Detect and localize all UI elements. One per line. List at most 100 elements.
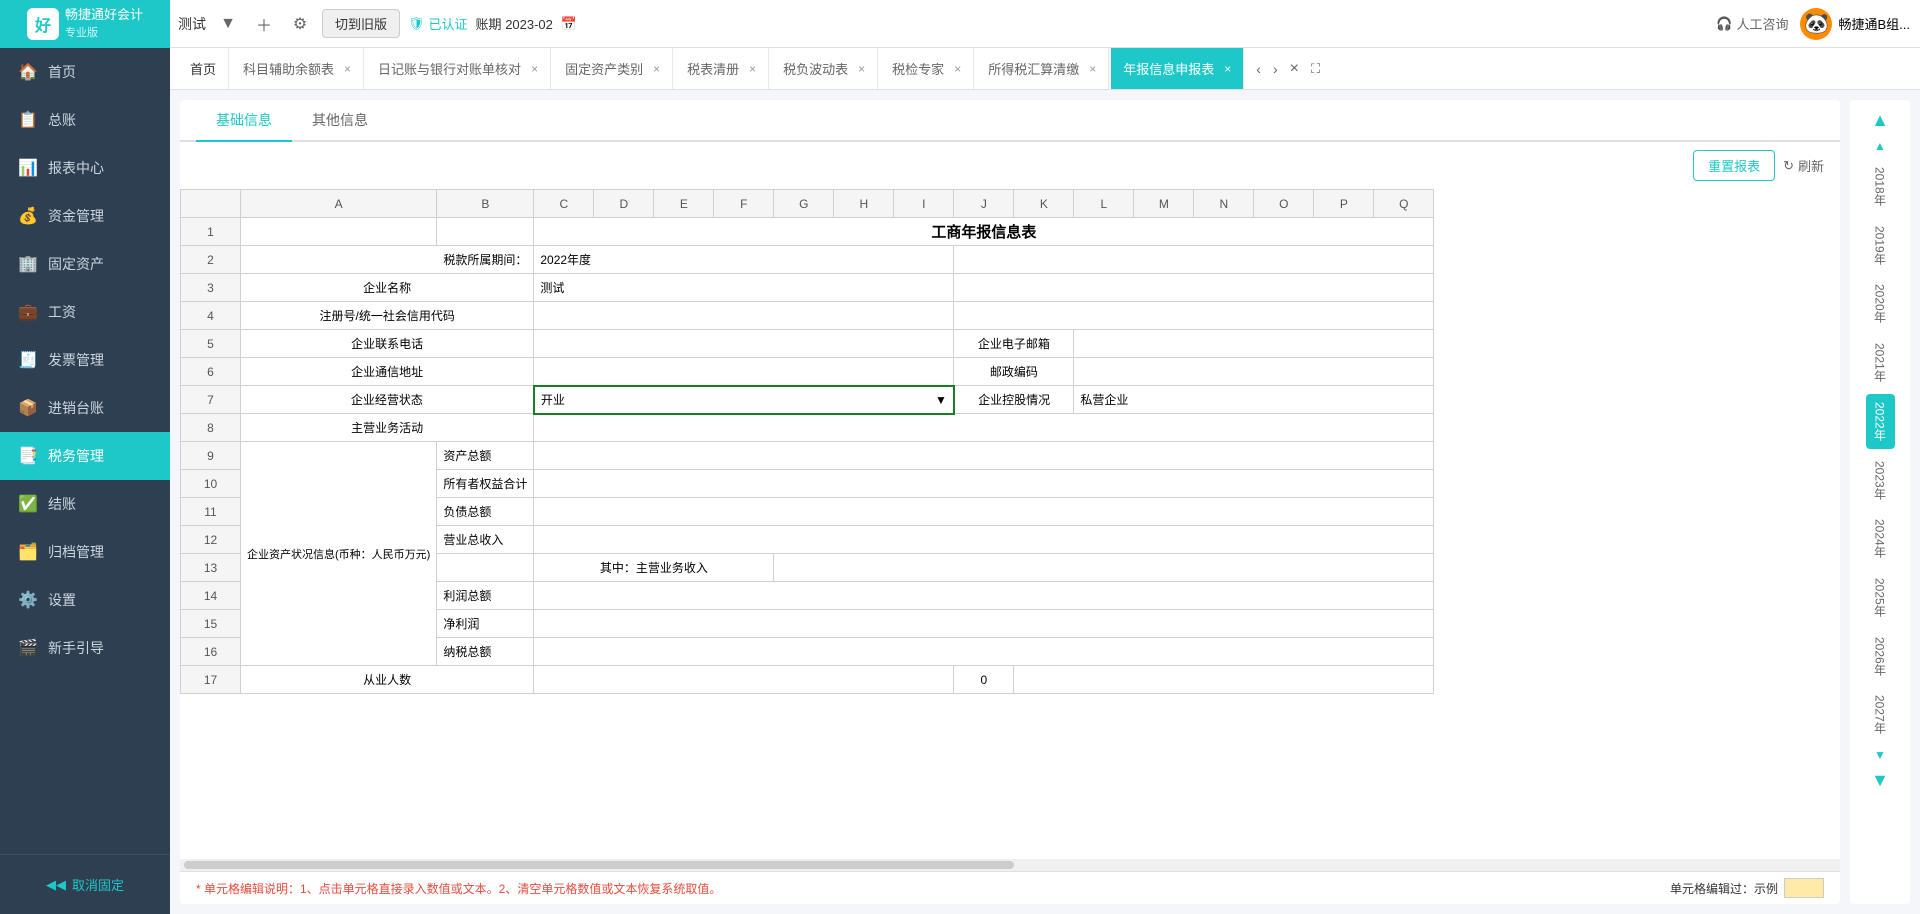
year-2027[interactable]: 2027年 (1866, 687, 1895, 742)
col-header-f[interactable]: F (714, 190, 774, 218)
tab-home[interactable]: 首页 (178, 48, 229, 90)
tab-tax-clear-close[interactable]: × (749, 62, 756, 76)
refresh-button[interactable]: ↻ 刷新 (1783, 156, 1824, 175)
col-header-o[interactable]: O (1254, 190, 1314, 218)
add-icon[interactable]: ＋ (250, 10, 278, 38)
cell-16c[interactable] (534, 638, 1434, 666)
cell-13c[interactable]: 其中：主营业务收入 (534, 554, 774, 582)
tab-tax-expert[interactable]: 税检专家 × (880, 48, 974, 90)
cell-2ab[interactable]: 税款所属期间： (241, 246, 534, 274)
cell-15c[interactable] (534, 610, 1434, 638)
sidebar-item-guide[interactable]: 🎬 新手引导 (0, 624, 170, 672)
cell-11c[interactable] (534, 498, 1434, 526)
sidebar-item-reports[interactable]: 📊 报表中心 (0, 144, 170, 192)
tab-annual[interactable]: 年报信息申报表 × (1111, 48, 1244, 90)
cell-7l[interactable]: 私营企业 (1074, 386, 1434, 414)
dropdown-arrow-icon[interactable]: ▼ (935, 393, 947, 407)
year-up2-button[interactable]: ▲ (1872, 137, 1888, 155)
year-2018[interactable]: 2018年 (1866, 159, 1895, 214)
cell-8ab[interactable]: 主营业务活动 (241, 414, 534, 442)
cell-16b[interactable]: 纳税总额 (437, 638, 534, 666)
year-down2-button[interactable]: ▼ (1869, 768, 1891, 793)
sidebar-item-settle[interactable]: ✅ 结账 (0, 480, 170, 528)
cell-13b[interactable] (437, 554, 534, 582)
year-2019[interactable]: 2019年 (1866, 218, 1895, 273)
cell-3j[interactable] (954, 274, 1434, 302)
col-header-j[interactable]: J (954, 190, 1014, 218)
tab-income-tax-close[interactable]: × (1089, 62, 1096, 76)
sidebar-item-funds[interactable]: 💰 资金管理 (0, 192, 170, 240)
cell-7ab[interactable]: 企业经营状态 (241, 386, 534, 414)
tab-journal-close[interactable]: × (531, 62, 538, 76)
h-scrollbar[interactable] (180, 859, 1840, 871)
cell-5c[interactable] (534, 330, 954, 358)
cell-12c[interactable] (534, 526, 1434, 554)
cell-9c[interactable] (534, 442, 1434, 470)
col-header-l[interactable]: L (1074, 190, 1134, 218)
dropdown-icon[interactable]: ▼ (214, 10, 242, 38)
cell-5j[interactable]: 企业电子邮箱 (954, 330, 1074, 358)
col-header-e[interactable]: E (654, 190, 714, 218)
tab-close-all-button[interactable]: × (1284, 60, 1305, 78)
cell-title[interactable]: 工商年报信息表 (534, 218, 1434, 246)
year-2023[interactable]: 2023年 (1866, 453, 1895, 508)
calendar-icon[interactable]: 📅 (561, 16, 577, 32)
cell-10c[interactable] (534, 470, 1434, 498)
cell-9b[interactable]: 资产总额 (437, 442, 534, 470)
tab-fixed-close[interactable]: × (653, 62, 660, 76)
cell-5l[interactable] (1074, 330, 1434, 358)
cell-17j[interactable]: 0 (954, 666, 1014, 694)
col-header-c[interactable]: C (534, 190, 594, 218)
year-2026[interactable]: 2026年 (1866, 629, 1895, 684)
sidebar-item-sales[interactable]: 📦 进销台账 (0, 384, 170, 432)
cell-12b[interactable]: 营业总收入 (437, 526, 534, 554)
col-header-a[interactable]: A (241, 190, 437, 218)
tab-tax-wave[interactable]: 税负波动表 × (771, 48, 878, 90)
tab-tax-clear[interactable]: 税表清册 × (675, 48, 769, 90)
tab-annual-close[interactable]: × (1224, 62, 1231, 76)
tab-fixed[interactable]: 固定资产类别 × (553, 48, 673, 90)
cell-4c[interactable] (534, 302, 954, 330)
cell-10b[interactable]: 所有者权益合计 (437, 470, 534, 498)
cell-1a[interactable] (241, 218, 437, 246)
col-header-h[interactable]: H (834, 190, 894, 218)
col-header-m[interactable]: M (1134, 190, 1194, 218)
col-header-g[interactable]: G (774, 190, 834, 218)
sidebar-item-salary[interactable]: 💼 工资 (0, 288, 170, 336)
cell-3ab[interactable]: 企业名称 (241, 274, 534, 302)
sidebar-item-assets[interactable]: 🏢 固定资产 (0, 240, 170, 288)
cell-5ab[interactable]: 企业联系电话 (241, 330, 534, 358)
cell-11b[interactable]: 负债总额 (437, 498, 534, 526)
cell-4j[interactable] (954, 302, 1434, 330)
cell-14c[interactable] (534, 582, 1434, 610)
year-2021[interactable]: 2021年 (1866, 335, 1895, 390)
year-down-button[interactable]: ▼ (1872, 746, 1888, 764)
cell-8c[interactable] (534, 414, 1434, 442)
cell-15b[interactable]: 净利润 (437, 610, 534, 638)
col-header-b[interactable]: B (437, 190, 534, 218)
tab-prev-button[interactable]: ‹ (1250, 61, 1267, 77)
cell-1b[interactable] (437, 218, 534, 246)
sidebar-item-tax[interactable]: 📑 税务管理 (0, 432, 170, 480)
cell-7j[interactable]: 企业控股情况 (954, 386, 1074, 414)
user-area[interactable]: 🐼 畅捷通B组... (1800, 8, 1910, 40)
cell-6l[interactable] (1074, 358, 1434, 386)
sub-tab-other[interactable]: 其他信息 (292, 100, 388, 142)
cell-6j[interactable]: 邮政编码 (954, 358, 1074, 386)
tab-aux-close[interactable]: × (344, 62, 351, 76)
tab-tax-wave-close[interactable]: × (858, 62, 865, 76)
year-2024[interactable]: 2024年 (1866, 511, 1895, 566)
cell-2c[interactable]: 2022年度 (534, 246, 954, 274)
sidebar-item-archive[interactable]: 🗂️ 归档管理 (0, 528, 170, 576)
col-header-i[interactable]: I (894, 190, 954, 218)
year-up-button[interactable]: ▲ (1869, 108, 1891, 133)
consult-button[interactable]: 🎧 人工咨询 (1716, 14, 1788, 33)
reset-button[interactable]: 重置报表 (1693, 150, 1775, 181)
tab-journal[interactable]: 日记账与银行对账单核对 × (366, 48, 551, 90)
cancel-fixed-button[interactable]: ◀◀ 取消固定 (0, 865, 170, 904)
sub-tab-basic[interactable]: 基础信息 (196, 100, 292, 142)
cell-17ab[interactable]: 从业人数 (241, 666, 534, 694)
year-2025[interactable]: 2025年 (1866, 570, 1895, 625)
sidebar-item-home[interactable]: 🏠 首页 (0, 48, 170, 96)
year-2022[interactable]: 2022年 (1866, 394, 1895, 449)
